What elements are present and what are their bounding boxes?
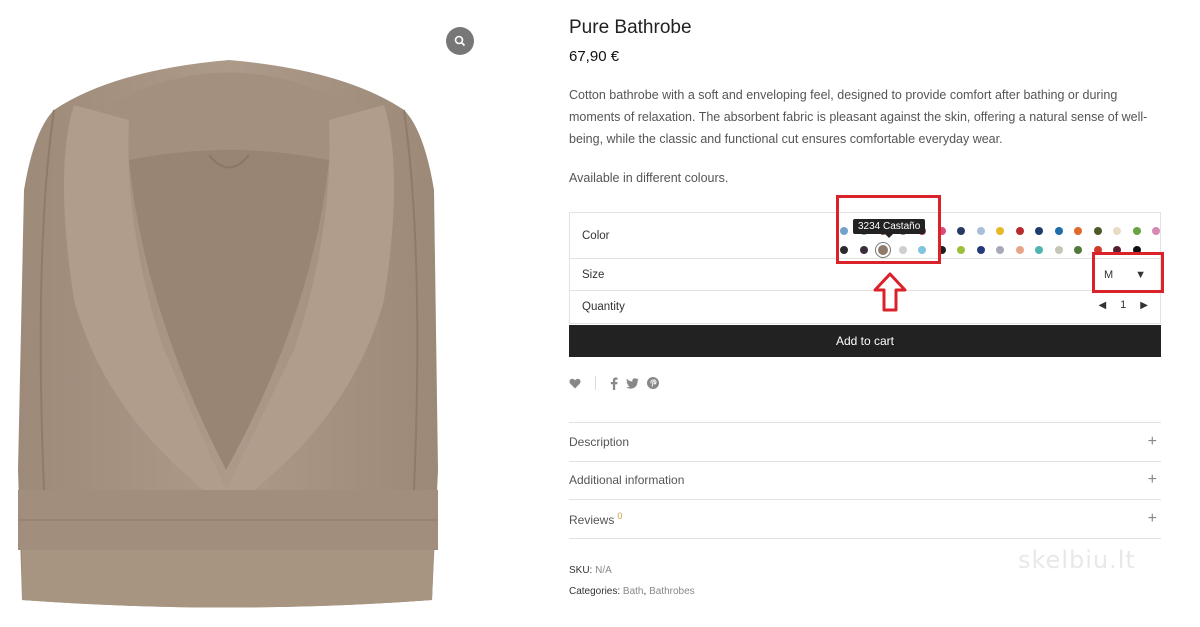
pinterest-icon[interactable] (647, 377, 659, 389)
reviews-count: 0 (617, 510, 623, 521)
color-swatch[interactable] (976, 245, 985, 254)
color-swatch[interactable] (957, 245, 965, 254)
tab-additional-information[interactable]: Additional information + (569, 462, 1161, 500)
annotation-box-color (836, 195, 941, 264)
quantity-row: Quantity ◀ 1 ▶ (570, 291, 1160, 323)
product-description: Cotton bathrobe with a soft and envelopi… (569, 88, 1148, 146)
tab-additional-information-label: Additional information (569, 473, 685, 488)
watermark: skelbiu.lt (1018, 546, 1136, 574)
quantity-label: Quantity (582, 301, 625, 313)
color-swatch[interactable] (1015, 226, 1024, 235)
color-swatch[interactable] (1132, 226, 1141, 235)
tab-reviews-label: Reviews (569, 512, 615, 527)
availability-text: Available in different colours. (569, 171, 729, 185)
color-swatch[interactable] (1093, 226, 1102, 235)
decrease-quantity-button[interactable]: ◀ (1098, 300, 1106, 311)
product-price: 67,90 € (569, 48, 620, 65)
product-image-area (0, 0, 490, 627)
tab-reviews[interactable]: Reviews 0 + (569, 500, 1161, 539)
color-swatch[interactable] (1054, 226, 1063, 235)
tab-reviews-label-wrap: Reviews 0 (569, 511, 622, 527)
share-bar (569, 376, 659, 390)
twitter-icon[interactable] (626, 377, 639, 389)
tab-description-label: Description (569, 434, 630, 449)
plus-icon: + (1147, 471, 1157, 489)
tab-description[interactable]: Description + (569, 423, 1161, 462)
facebook-icon[interactable] (610, 377, 618, 390)
color-swatch[interactable] (996, 226, 1004, 235)
quantity-stepper: ◀ 1 ▶ (1098, 299, 1148, 311)
add-to-cart-button[interactable]: Add to cart (569, 325, 1161, 357)
annotation-box-size (1092, 252, 1164, 293)
categories-line: Categories: Bath, Bathrobes (569, 586, 695, 597)
share-divider (595, 376, 596, 390)
category-link-bathrobes[interactable]: Bathrobes (649, 586, 695, 597)
color-swatch[interactable] (1054, 245, 1063, 254)
sku-label: SKU: (569, 565, 593, 576)
plus-icon: + (1147, 432, 1157, 450)
arrow-up-icon (873, 272, 907, 312)
plus-icon: + (1147, 509, 1157, 527)
color-swatch[interactable] (1152, 226, 1160, 235)
color-swatch[interactable] (1035, 226, 1043, 235)
color-swatch[interactable] (996, 245, 1004, 254)
color-label: Color (582, 229, 610, 242)
product-tabs: Description + Additional information + R… (569, 422, 1161, 539)
color-swatch[interactable] (1035, 245, 1043, 254)
increase-quantity-button[interactable]: ▶ (1140, 300, 1148, 311)
bathrobe-image (18, 60, 438, 608)
product-title: Pure Bathrobe (569, 17, 692, 38)
color-swatch[interactable] (1074, 245, 1082, 254)
size-label: Size (582, 268, 605, 281)
search-icon (454, 35, 466, 47)
color-swatch[interactable] (1015, 245, 1024, 254)
color-swatch[interactable] (1074, 226, 1082, 235)
quantity-value[interactable]: 1 (1120, 299, 1126, 311)
sku-value: N/A (595, 565, 612, 576)
zoom-button[interactable] (446, 27, 474, 55)
heart-icon[interactable] (569, 378, 581, 389)
color-swatch[interactable] (957, 226, 965, 235)
categories-label: Categories: (569, 586, 621, 597)
category-link-bath[interactable]: Bath (623, 586, 644, 597)
color-swatch[interactable] (1113, 226, 1121, 235)
color-swatch[interactable] (976, 226, 985, 235)
sku-line: SKU: N/A (569, 565, 612, 576)
